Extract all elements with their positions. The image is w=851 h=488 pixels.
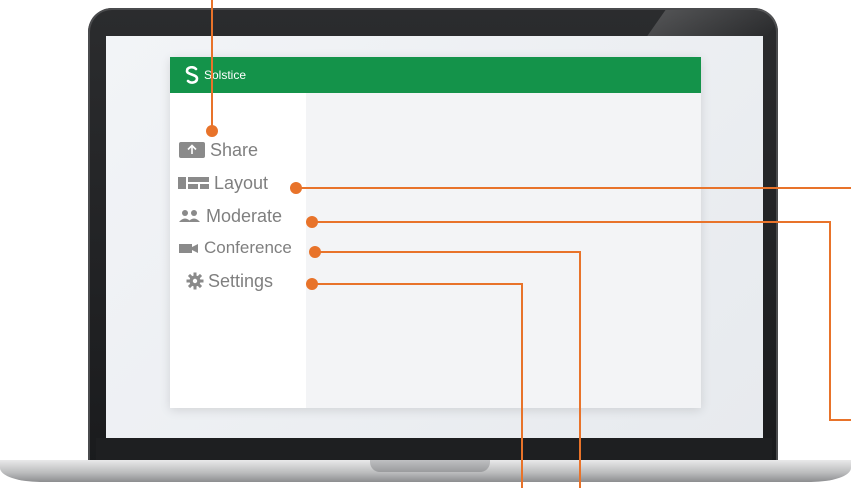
callout-lines bbox=[206, 0, 851, 488]
callout-line-settings bbox=[312, 283, 523, 488]
callout-dot-conference bbox=[309, 246, 321, 258]
callout-dot-layout bbox=[290, 182, 302, 194]
callout-line-conference bbox=[315, 251, 581, 488]
callout-dot-share bbox=[206, 125, 218, 137]
laptop-illustration: Solstice Share Layout Moderate Conferenc… bbox=[0, 0, 851, 488]
callout-dot-moderate bbox=[306, 216, 318, 228]
callout-dot-settings bbox=[306, 278, 318, 290]
